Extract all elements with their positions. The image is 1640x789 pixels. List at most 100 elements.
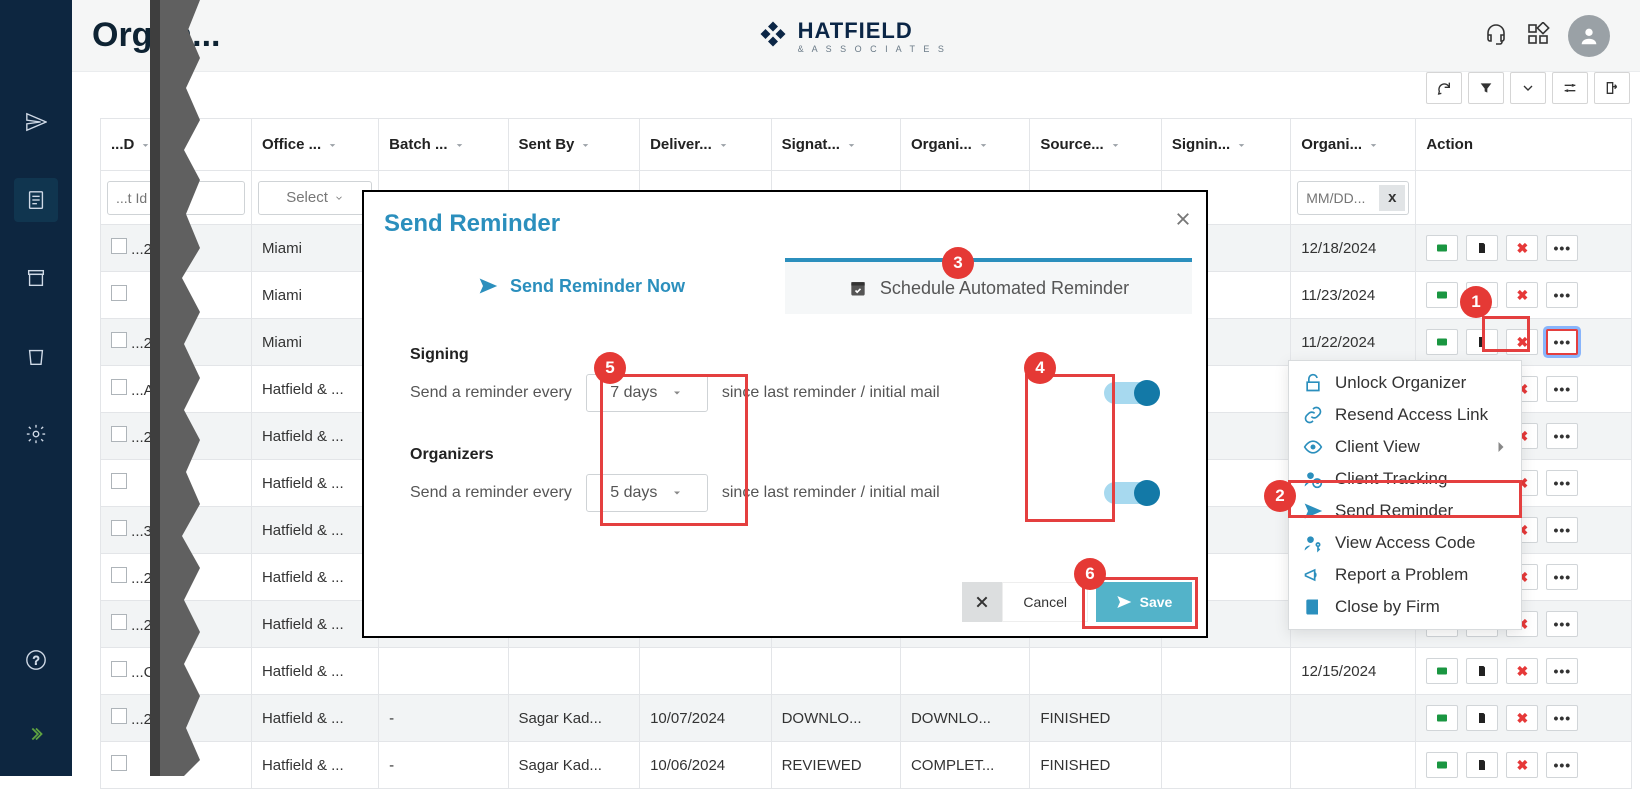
header: Organ... HATFIELD & A S S O C I A T E S <box>72 0 1640 72</box>
ctx-item-link[interactable]: Resend Access Link <box>1289 399 1521 431</box>
action-more-button[interactable]: ••• <box>1546 423 1578 449</box>
row-checkbox[interactable] <box>111 379 127 395</box>
action-document-icon[interactable] <box>1466 705 1498 731</box>
table-cell: DOWNLO... <box>771 695 900 742</box>
action-delete-icon[interactable]: ✖ <box>1506 235 1538 261</box>
row-checkbox[interactable] <box>111 708 127 724</box>
sort-icon[interactable] <box>718 140 743 151</box>
action-more-button[interactable]: ••• <box>1546 517 1578 543</box>
action-more-button[interactable]: ••• <box>1546 235 1578 261</box>
sort-icon[interactable] <box>1236 140 1261 151</box>
column-header[interactable]: Organi... <box>900 119 1029 171</box>
table-cell: ✖ ••• <box>1416 648 1632 695</box>
row-checkbox[interactable] <box>111 614 127 630</box>
nav-trash-icon[interactable] <box>14 334 58 378</box>
row-checkbox[interactable] <box>111 285 127 301</box>
sort-icon[interactable] <box>846 140 871 151</box>
headset-icon[interactable] <box>1484 22 1508 49</box>
ctx-item-unlock[interactable]: Unlock Organizer <box>1289 367 1521 399</box>
column-header[interactable]: Sent By <box>508 119 640 171</box>
cancel-button[interactable]: Cancel <box>1002 582 1088 622</box>
row-checkbox[interactable] <box>111 661 127 677</box>
action-card-icon[interactable] <box>1426 705 1458 731</box>
chevron-down-icon[interactable] <box>1510 72 1546 104</box>
action-more-button[interactable]: ••• <box>1546 705 1578 731</box>
sort-icon[interactable] <box>1110 140 1135 151</box>
nav-expand-icon[interactable] <box>14 712 58 756</box>
avatar[interactable] <box>1568 15 1610 57</box>
action-card-icon[interactable] <box>1426 658 1458 684</box>
close-icon[interactable] <box>1174 210 1192 231</box>
row-checkbox[interactable] <box>111 332 127 348</box>
row-checkbox[interactable] <box>111 567 127 583</box>
sort-icon[interactable] <box>1368 140 1393 151</box>
megaphone-icon <box>1303 565 1323 585</box>
filter-icon[interactable] <box>1468 72 1504 104</box>
sort-icon[interactable] <box>454 140 479 151</box>
action-delete-icon[interactable]: ✖ <box>1506 282 1538 308</box>
column-header[interactable]: Signin... <box>1161 119 1290 171</box>
column-header[interactable]: Batch ... <box>379 119 508 171</box>
action-more-button[interactable]: ••• <box>1546 752 1578 778</box>
action-card-icon[interactable] <box>1426 235 1458 261</box>
column-label: Signin... <box>1172 136 1230 153</box>
tab-schedule[interactable]: Schedule Automated Reminder <box>785 258 1192 314</box>
column-header[interactable]: Office ... <box>251 119 378 171</box>
cancel-x-icon[interactable] <box>962 582 1002 622</box>
filter-date-clear[interactable]: x <box>1379 185 1405 211</box>
nav-send-icon[interactable] <box>14 100 58 144</box>
widgets-icon[interactable] <box>1526 22 1550 49</box>
nav-document-icon[interactable] <box>14 178 58 222</box>
action-more-button[interactable]: ••• <box>1546 282 1578 308</box>
sort-icon[interactable] <box>978 140 1003 151</box>
action-delete-icon[interactable]: ✖ <box>1506 658 1538 684</box>
column-label: Sent By <box>519 136 575 153</box>
action-delete-icon[interactable]: ✖ <box>1506 705 1538 731</box>
action-document-icon[interactable] <box>1466 658 1498 684</box>
ctx-item-user-key[interactable]: View Access Code <box>1289 527 1521 559</box>
nav-help-icon[interactable]: ? <box>14 638 58 682</box>
column-header[interactable]: Action <box>1416 119 1632 171</box>
export-icon[interactable] <box>1594 72 1630 104</box>
column-header[interactable]: Signat... <box>771 119 900 171</box>
ctx-item-eye[interactable]: Client View <box>1289 431 1521 463</box>
row-checkbox[interactable] <box>111 473 127 489</box>
action-card-icon[interactable] <box>1426 329 1458 355</box>
action-more-button[interactable]: ••• <box>1546 564 1578 590</box>
nav-settings-icon[interactable] <box>14 412 58 456</box>
row-checkbox[interactable] <box>111 238 127 254</box>
tab-send-now[interactable]: Send Reminder Now <box>378 258 785 314</box>
action-document-icon[interactable] <box>1466 752 1498 778</box>
table-row: ...202...Hatfield & ...-Sagar Kad...10/0… <box>101 695 1632 742</box>
row-checkbox[interactable] <box>111 755 127 771</box>
action-card-icon[interactable] <box>1426 752 1458 778</box>
table-cell: Sagar Kad... <box>508 742 640 789</box>
nav-archive-icon[interactable] <box>14 256 58 300</box>
sliders-icon[interactable] <box>1552 72 1588 104</box>
callout-5: 5 <box>594 352 626 384</box>
column-header[interactable]: Organi... <box>1291 119 1416 171</box>
sort-icon[interactable] <box>327 140 352 151</box>
filter-office-select[interactable]: Select <box>258 181 372 215</box>
column-header[interactable]: Deliver... <box>640 119 772 171</box>
action-more-button[interactable]: ••• <box>1546 470 1578 496</box>
column-header[interactable]: Source... <box>1030 119 1162 171</box>
action-card-icon[interactable] <box>1426 282 1458 308</box>
table-cell: Miami <box>251 272 378 319</box>
row-checkbox[interactable] <box>111 520 127 536</box>
logo-text-2: & A S S O C I A T E S <box>798 44 947 54</box>
refresh-icon[interactable] <box>1426 72 1462 104</box>
ctx-item-book[interactable]: Close by Firm <box>1289 591 1521 623</box>
action-document-icon[interactable] <box>1466 235 1498 261</box>
sort-icon[interactable] <box>580 140 605 151</box>
action-more-button[interactable]: ••• <box>1546 376 1578 402</box>
signing-prefix: Send a reminder every <box>410 384 572 402</box>
row-checkbox[interactable] <box>111 426 127 442</box>
action-delete-icon[interactable]: ✖ <box>1506 752 1538 778</box>
ctx-item-megaphone[interactable]: Report a Problem <box>1289 559 1521 591</box>
action-more-button[interactable]: ••• <box>1546 611 1578 637</box>
action-more-button[interactable]: ••• <box>1546 329 1578 355</box>
column-label: Office ... <box>262 136 321 153</box>
action-more-button[interactable]: ••• <box>1546 658 1578 684</box>
table-row: ...CH ...Hatfield & ...12/15/2024 ✖ ••• <box>101 648 1632 695</box>
